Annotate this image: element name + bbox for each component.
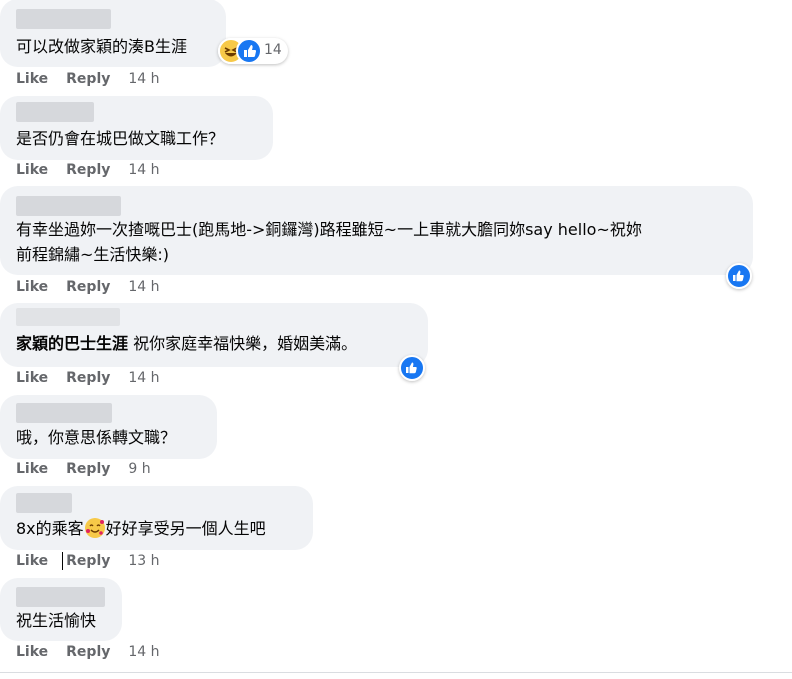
reply-button[interactable]: Reply [66, 461, 110, 477]
comment-actions: Like Reply 14 h [16, 644, 160, 660]
comment-actions: Like Reply 14 h [16, 162, 160, 178]
reply-button[interactable]: Reply [66, 370, 110, 386]
comment-actions: Like Reply 13 h [16, 553, 160, 569]
comment-text-line-1: 有幸坐過妳一次揸嘅巴士(跑馬地->銅鑼灣)路程雖短~一上車就大膽同妳say he… [16, 220, 642, 239]
like-button[interactable]: Like [16, 370, 48, 386]
timestamp[interactable]: 9 h [128, 461, 150, 477]
comment-body: 祝你家庭幸福快樂，婚姻美滿。 [133, 334, 358, 353]
comment-text: 是否仍會在城巴做文職工作？ [16, 129, 225, 148]
blurred-author-name[interactable] [16, 308, 120, 326]
comment-7: 祝生活愉快 Like Reply 14 h [0, 578, 792, 673]
like-button[interactable]: Like [16, 461, 48, 477]
reply-button[interactable]: Reply [66, 553, 110, 569]
comment-bubble: 可以改做家穎的湊B生涯 [0, 0, 226, 67]
comment-5: 哦，你意思係轉文職？ Like Reply 9 h [0, 395, 792, 485]
thumbs-up-icon[interactable] [399, 355, 425, 381]
comment-actions: Like Reply 9 h [16, 461, 151, 477]
like-button[interactable]: Like [16, 279, 48, 295]
comment-actions: Like Reply 14 h [16, 279, 160, 295]
comment-text-part-1: 8x的乘客 [16, 519, 84, 538]
reply-button[interactable]: Reply [66, 644, 110, 660]
comment-bubble: 是否仍會在城巴做文職工作？ [0, 96, 273, 160]
blurred-author-name[interactable] [16, 493, 72, 513]
reply-button[interactable]: Reply [66, 71, 110, 87]
blurred-author-name[interactable] [16, 196, 121, 216]
reply-button[interactable]: Reply [66, 279, 110, 295]
reply-button[interactable]: Reply [66, 162, 110, 178]
comment-bubble: 8x的乘客 好好享受另一個人生吧 [0, 486, 313, 550]
blurred-author-name[interactable] [16, 587, 105, 607]
text-cursor [62, 552, 63, 570]
like-button[interactable]: Like [16, 644, 48, 660]
comment-text: 家穎的巴士生涯 祝你家庭幸福快樂，婚姻美滿。 [16, 332, 357, 355]
comment-text: 哦，你意思係轉文職？ [16, 428, 177, 447]
blurred-author-name[interactable] [16, 102, 94, 122]
comment-4: 家穎的巴士生涯 祝你家庭幸福快樂，婚姻美滿。 Like Reply 14 h [0, 303, 792, 393]
timestamp[interactable]: 14 h [128, 279, 159, 295]
comment-6: 8x的乘客 好好享受另一個人生吧 Like Reply 13 h [0, 486, 792, 576]
divider [0, 672, 792, 673]
reaction-summary[interactable]: 14 [218, 38, 288, 64]
thumbs-up-icon [236, 38, 262, 64]
comment-3: 有幸坐過妳一次揸嘅巴士(跑馬地->銅鑼灣)路程雖短~一上車就大膽同妳say he… [0, 186, 792, 302]
timestamp[interactable]: 14 h [128, 370, 159, 386]
blurred-author-name[interactable] [16, 403, 112, 423]
comment-bubble: 哦，你意思係轉文職？ [0, 395, 217, 459]
comment-text: 可以改做家穎的湊B生涯 [16, 37, 187, 56]
tagged-author[interactable]: 家穎的巴士生涯 [16, 334, 128, 353]
timestamp[interactable]: 14 h [128, 644, 159, 660]
comment-2: 是否仍會在城巴做文職工作？ Like Reply 14 h [0, 96, 792, 186]
comment-text-line-2: 前程錦繡~生活快樂:) [16, 245, 170, 264]
comment-actions: Like Reply 14 h [16, 370, 160, 386]
comment-1: 可以改做家穎的湊B生涯 14 Like Reply 14 h [0, 0, 792, 95]
timestamp[interactable]: 14 h [128, 162, 159, 178]
smiling-face-with-hearts-icon [84, 518, 105, 538]
like-button[interactable]: Like [16, 71, 48, 87]
reaction-count: 14 [264, 42, 282, 58]
comment-text: 8x的乘客 好好享受另一個人生吧 [16, 517, 266, 540]
comment-actions: Like Reply 14 h [16, 71, 160, 87]
comment-text: 祝生活愉快 [16, 611, 97, 630]
comment-text-part-2: 好好享受另一個人生吧 [105, 519, 266, 538]
comment-bubble: 有幸坐過妳一次揸嘅巴士(跑馬地->銅鑼灣)路程雖短~一上車就大膽同妳say he… [0, 186, 753, 275]
timestamp[interactable]: 13 h [128, 553, 159, 569]
like-button[interactable]: Like [16, 553, 48, 569]
thumbs-up-icon[interactable] [726, 263, 752, 289]
blurred-author-name[interactable] [16, 9, 111, 29]
comment-bubble: 祝生活愉快 [0, 578, 122, 641]
comment-bubble: 家穎的巴士生涯 祝你家庭幸福快樂，婚姻美滿。 [0, 303, 428, 367]
like-button[interactable]: Like [16, 162, 48, 178]
timestamp[interactable]: 14 h [128, 71, 159, 87]
